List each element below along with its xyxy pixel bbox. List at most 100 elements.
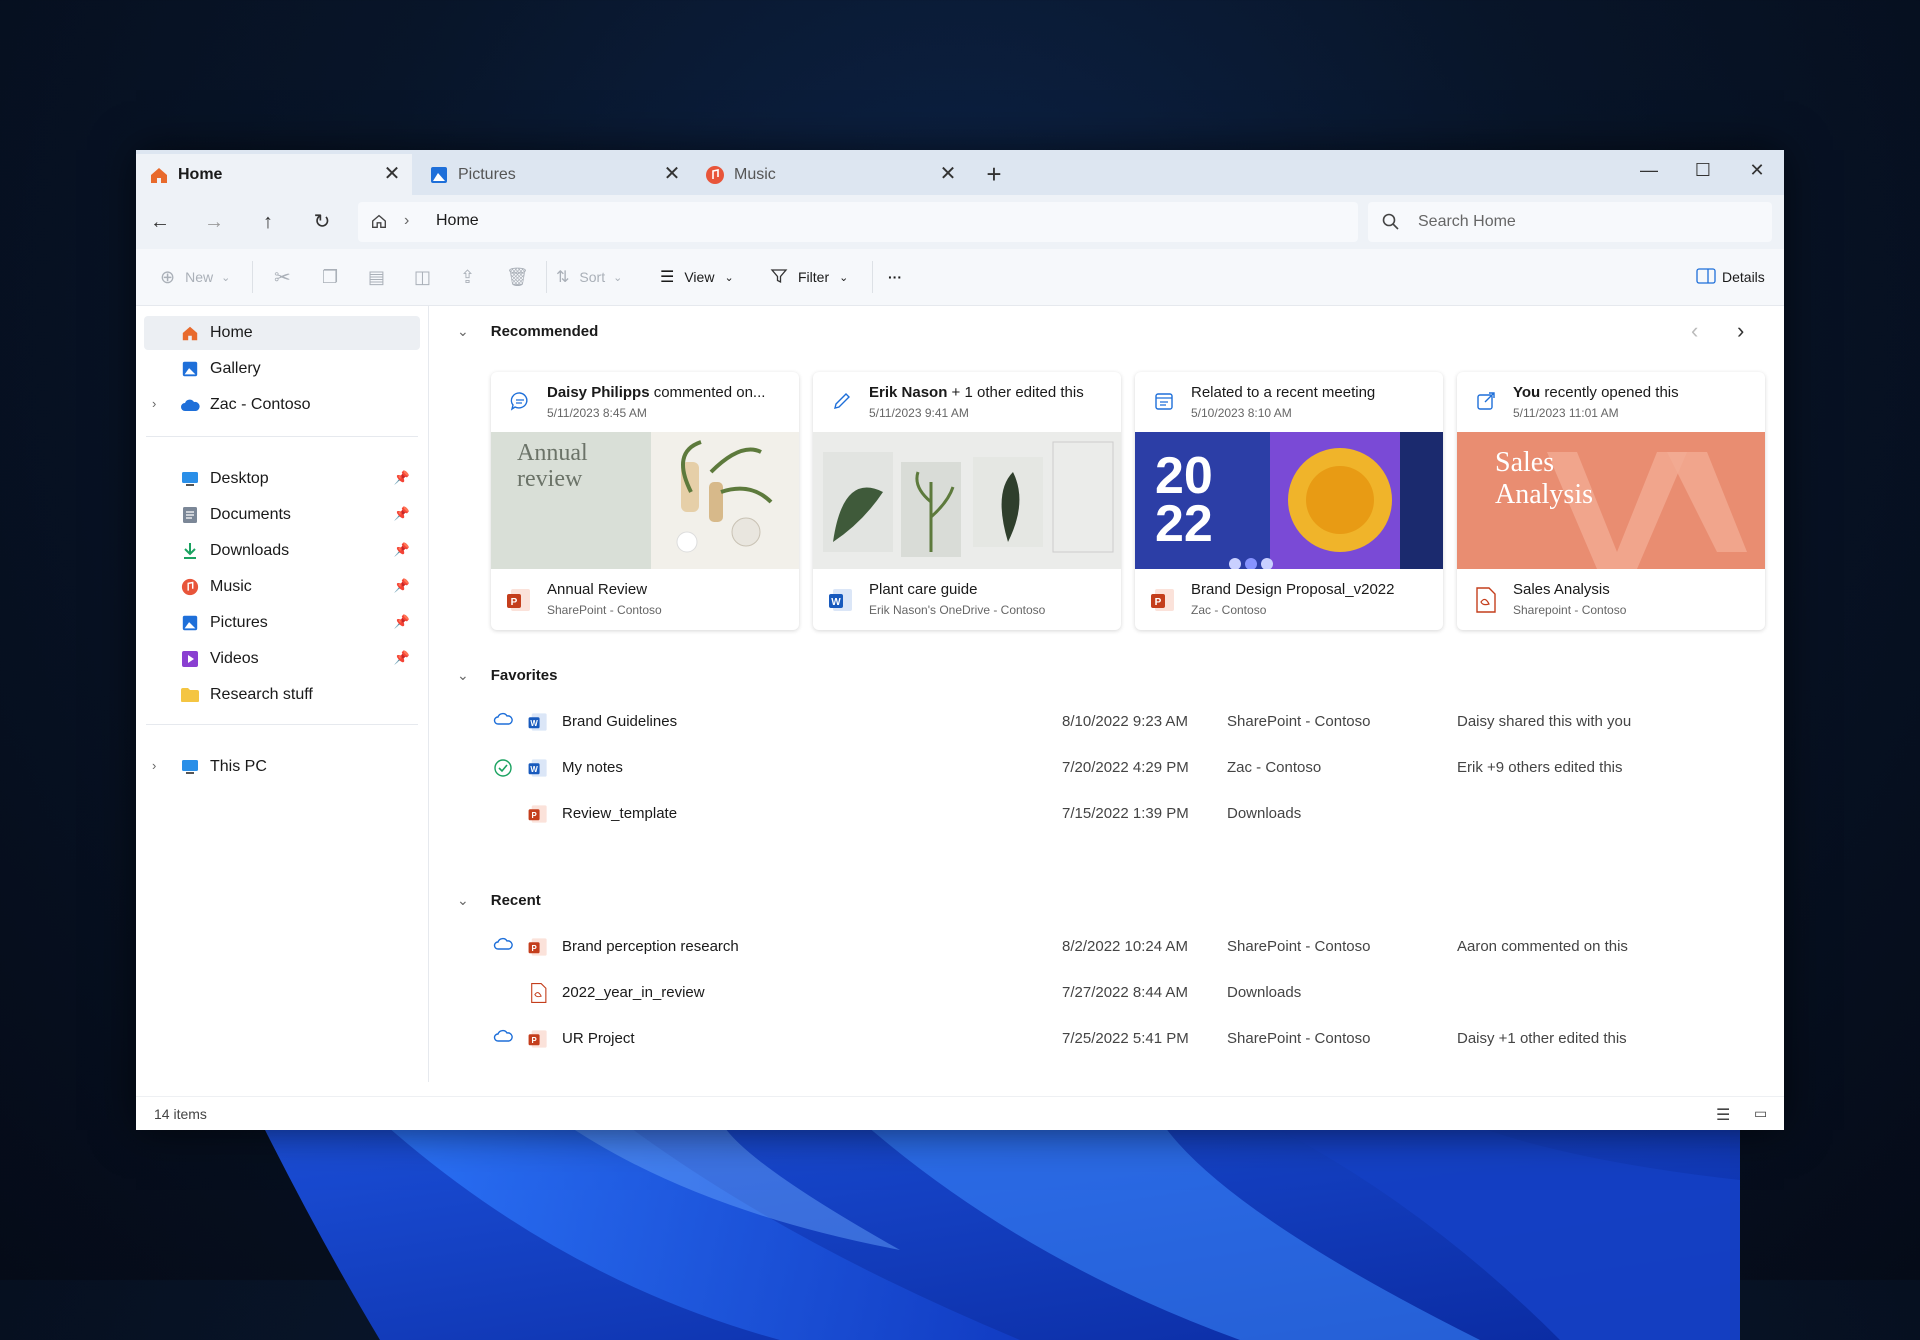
- tab-pictures[interactable]: Pictures ✕: [416, 154, 692, 195]
- sidebar-item-home[interactable]: Home: [144, 316, 420, 350]
- recommended-card[interactable]: Daisy Philipps commented on... 5/11/2023…: [491, 372, 799, 630]
- pin-icon[interactable]: 📌: [394, 650, 410, 666]
- view-button[interactable]: ☰ View ⌄: [660, 263, 734, 291]
- new-button[interactable]: ⊕ New ⌄: [160, 263, 230, 291]
- home-icon: [370, 212, 388, 235]
- pin-icon[interactable]: 📌: [394, 578, 410, 594]
- chevron-down-icon: ⌄: [457, 322, 469, 339]
- comment-icon: [509, 390, 531, 412]
- tab-music[interactable]: Music ✕: [692, 154, 968, 195]
- brand-design-thumbnail: 20 22: [1135, 432, 1443, 569]
- sidebar-item-this-pc[interactable]: › This PC: [144, 750, 420, 784]
- sort-icon: ⇅: [556, 269, 570, 286]
- delete-icon[interactable]: 🗑: [506, 263, 529, 291]
- home-icon: [180, 323, 200, 343]
- section-recent[interactable]: ⌄ Recent: [457, 887, 541, 913]
- tiles-view-icon[interactable]: ▭: [1754, 1105, 1767, 1122]
- close-tab-icon[interactable]: ✕: [380, 162, 404, 186]
- pdf-file-icon: [1471, 586, 1499, 614]
- folder-icon: [180, 685, 200, 705]
- powerpoint-file-icon: P: [1149, 586, 1177, 614]
- svg-text:W: W: [530, 719, 538, 728]
- file-row[interactable]: P Brand perception research 8/2/2022 10:…: [429, 927, 1784, 967]
- cloud-status-icon: [493, 712, 513, 732]
- search-box[interactable]: Search Home: [1368, 202, 1772, 242]
- forward-button[interactable]: →: [196, 205, 232, 239]
- new-tab-button[interactable]: +: [976, 156, 1012, 192]
- plant-care-thumbnail: [813, 432, 1121, 569]
- sales-analysis-thumbnail: Sales Analysis: [1457, 432, 1765, 569]
- file-row[interactable]: 2022_year_in_review 7/27/2022 8:44 AM Do…: [429, 973, 1784, 1013]
- refresh-button[interactable]: ↻: [304, 205, 340, 239]
- carousel-prev-icon[interactable]: ‹: [1691, 318, 1698, 344]
- carousel-next-icon[interactable]: ›: [1737, 318, 1744, 344]
- sidebar-item-downloads[interactable]: Downloads 📌: [144, 534, 420, 568]
- chevron-right-icon[interactable]: ›: [152, 758, 156, 773]
- chevron-down-icon: ⌄: [839, 271, 849, 284]
- back-button[interactable]: ←: [142, 205, 178, 239]
- plus-circle-icon: ⊕: [160, 266, 176, 287]
- sidebar-item-pictures[interactable]: Pictures 📌: [144, 606, 420, 640]
- pin-icon[interactable]: 📌: [394, 470, 410, 486]
- chevron-down-icon: ⌄: [724, 271, 734, 284]
- sort-button[interactable]: ⇅ Sort ⌄: [556, 263, 622, 291]
- chevron-down-icon: ⌄: [457, 891, 469, 908]
- close-tab-icon[interactable]: ✕: [936, 162, 960, 186]
- chevron-down-icon: ⌄: [613, 271, 623, 284]
- recommended-card[interactable]: Related to a recent meeting 5/10/2023 8:…: [1135, 372, 1443, 630]
- pin-icon[interactable]: 📌: [394, 614, 410, 630]
- share-icon[interactable]: ⇪: [460, 263, 475, 291]
- sidebar-item-desktop[interactable]: Desktop 📌: [144, 462, 420, 496]
- chevron-down-icon: ⌄: [457, 666, 469, 683]
- svg-text:P: P: [511, 597, 518, 608]
- copy-icon[interactable]: ❐: [322, 263, 338, 291]
- recommended-card[interactable]: Erik Nason + 1 other edited this 5/11/20…: [813, 372, 1121, 630]
- pdf-file-icon: [527, 982, 549, 1004]
- svg-text:P: P: [531, 944, 536, 953]
- details-button[interactable]: Details: [1696, 263, 1765, 291]
- paste-icon[interactable]: ▤: [368, 263, 385, 291]
- address-bar[interactable]: › Home: [358, 202, 1358, 242]
- status-bar: 14 items ☰ ▭: [136, 1096, 1784, 1130]
- pictures-icon: [180, 613, 200, 633]
- section-recommended[interactable]: ⌄ Recommended: [457, 318, 598, 344]
- sidebar-item-documents[interactable]: Documents 📌: [144, 498, 420, 532]
- powerpoint-file-icon: P: [527, 936, 549, 958]
- filter-icon: [770, 267, 788, 288]
- maximize-button[interactable]: ☐: [1676, 150, 1730, 190]
- word-file-icon: W: [527, 757, 549, 779]
- sidebar-item-videos[interactable]: Videos 📌: [144, 642, 420, 676]
- videos-icon: [180, 649, 200, 669]
- pencil-icon: [831, 390, 853, 412]
- file-row[interactable]: P Review_template 7/15/2022 1:39 PM Down…: [429, 794, 1784, 834]
- cut-icon[interactable]: ✂: [274, 263, 291, 291]
- file-row[interactable]: W My notes 7/20/2022 4:29 PM Zac - Conto…: [429, 748, 1784, 788]
- pin-icon[interactable]: 📌: [394, 506, 410, 522]
- details-view-icon[interactable]: ☰: [1716, 1105, 1730, 1125]
- annual-review-thumbnail: Annual review: [491, 432, 799, 569]
- chevron-right-icon[interactable]: ›: [152, 396, 156, 411]
- filter-button[interactable]: Filter ⌄: [770, 263, 848, 291]
- minimize-button[interactable]: —: [1622, 150, 1676, 190]
- pictures-icon: [428, 164, 450, 186]
- close-window-button[interactable]: ✕: [1730, 150, 1784, 190]
- more-options-button[interactable]: ···: [888, 263, 902, 291]
- chevron-down-icon: ⌄: [221, 271, 231, 284]
- svg-text:W: W: [831, 597, 841, 608]
- up-button[interactable]: ↑: [250, 205, 286, 239]
- file-row[interactable]: W Brand Guidelines 8/10/2022 9:23 AM Sha…: [429, 702, 1784, 742]
- sidebar-item-zac-contoso[interactable]: › Zac - Contoso: [144, 388, 420, 422]
- recommended-card[interactable]: You recently opened this 5/11/2023 11:01…: [1457, 372, 1765, 630]
- breadcrumb-home[interactable]: Home: [436, 212, 479, 230]
- sidebar-item-music[interactable]: Music 📌: [144, 570, 420, 604]
- sidebar-item-research-stuff[interactable]: Research stuff: [144, 678, 420, 712]
- meeting-icon: [1153, 390, 1175, 412]
- file-row[interactable]: P UR Project 7/25/2022 5:41 PM SharePoin…: [429, 1019, 1784, 1059]
- tab-home[interactable]: Home ✕: [136, 154, 412, 195]
- close-tab-icon[interactable]: ✕: [660, 162, 684, 186]
- section-favorites[interactable]: ⌄ Favorites: [457, 662, 557, 688]
- pin-icon[interactable]: 📌: [394, 542, 410, 558]
- home-icon: [148, 164, 170, 186]
- rename-icon[interactable]: ◫: [414, 263, 431, 291]
- sidebar-item-gallery[interactable]: Gallery: [144, 352, 420, 386]
